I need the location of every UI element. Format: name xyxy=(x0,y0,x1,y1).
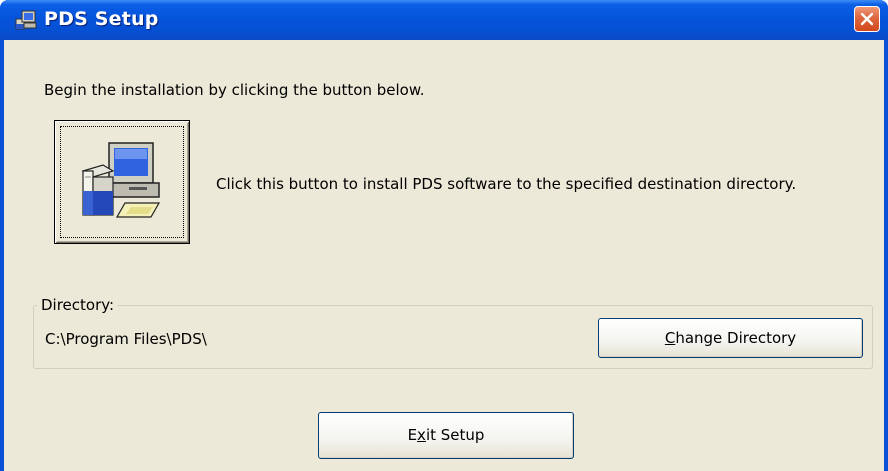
title-bar[interactable]: PDS Setup xyxy=(0,0,888,40)
exit-setup-button[interactable]: Exit Setup xyxy=(318,412,574,459)
directory-label: Directory: xyxy=(37,296,119,314)
change-directory-button[interactable]: Change Directory xyxy=(598,318,863,358)
exit-mnemonic: x xyxy=(417,426,426,444)
install-description: Click this button to install PDS softwar… xyxy=(216,175,797,193)
window-title: PDS Setup xyxy=(44,8,159,30)
exit-label-start: E xyxy=(407,426,418,444)
installer-computer-icon xyxy=(81,142,161,218)
change-directory-label: hange Directory xyxy=(675,329,797,347)
client-area xyxy=(4,40,884,471)
directory-path: C:\Program Files\PDS\ xyxy=(45,330,207,348)
close-button[interactable] xyxy=(854,6,880,32)
change-directory-mnemonic: C xyxy=(664,329,676,347)
intro-text: Begin the installation by clicking the b… xyxy=(44,81,425,99)
exit-label-end: it Setup xyxy=(425,426,485,444)
setup-window: PDS Setup Begin the installation by clic… xyxy=(0,0,888,471)
install-button[interactable] xyxy=(54,120,190,244)
close-icon xyxy=(860,12,874,26)
setup-computer-icon xyxy=(14,9,38,31)
